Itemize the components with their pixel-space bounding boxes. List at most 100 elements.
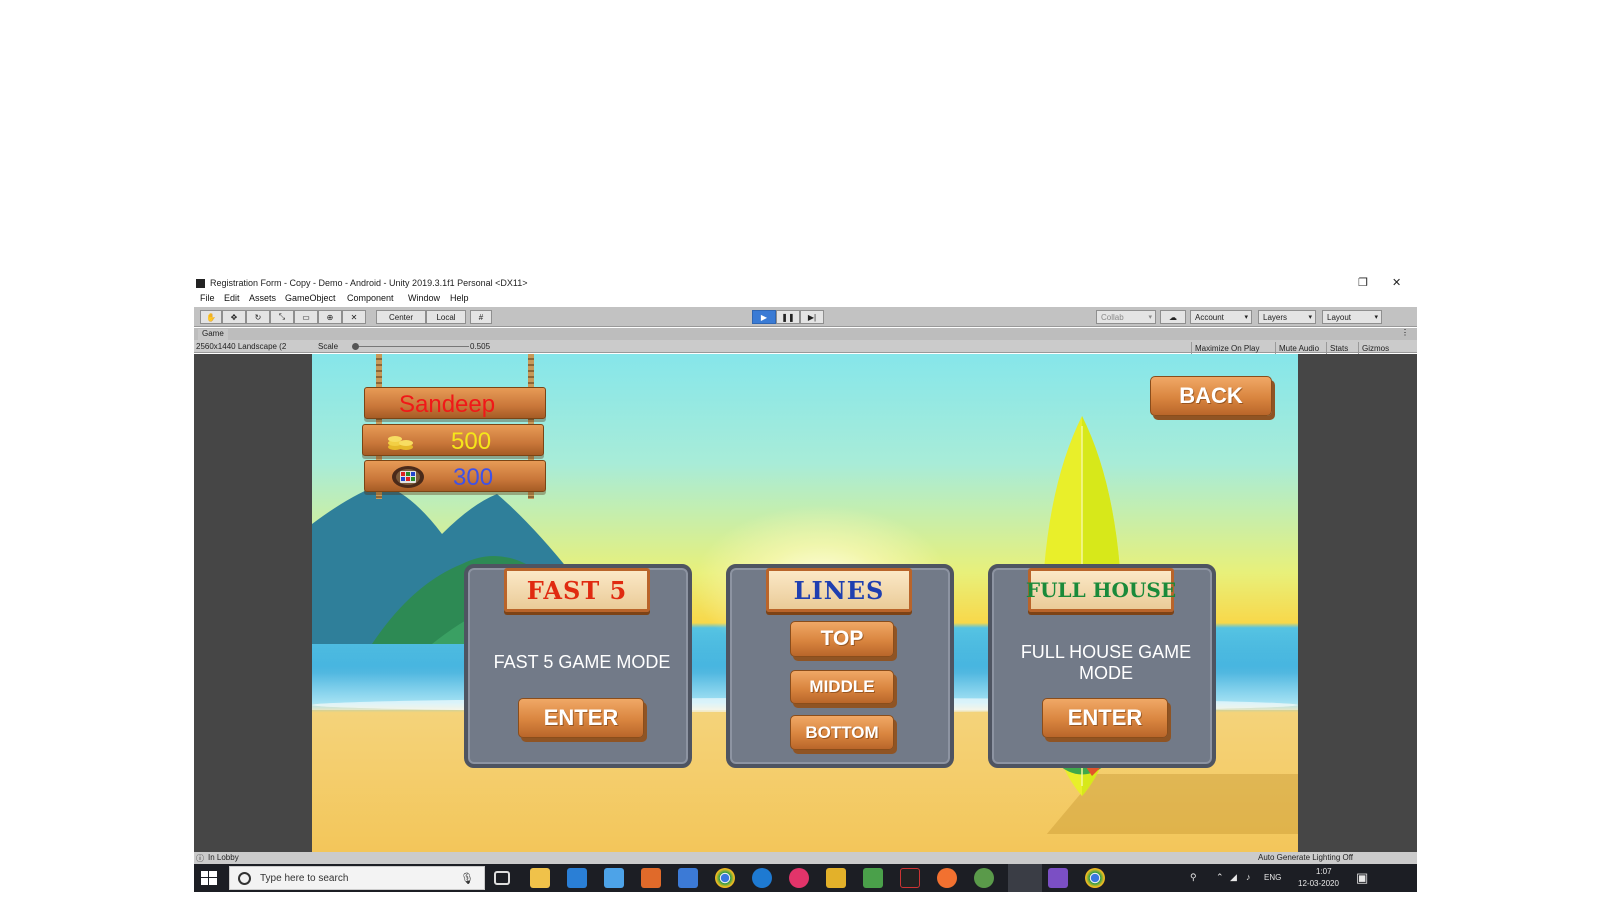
people-icon[interactable]: ⚲	[1190, 872, 1197, 883]
lines-title-label: LINES	[793, 575, 885, 605]
lighting-status: Auto Generate Lighting Off	[1258, 853, 1354, 862]
transform-tool-icon[interactable]: ⊕	[318, 310, 342, 324]
pivot-label: Center	[388, 312, 413, 322]
store-icon[interactable]	[678, 868, 698, 888]
windows-start-icon[interactable]	[201, 871, 217, 885]
resolution-dropdown[interactable]: 2560x1440 Landscape (2	[196, 342, 286, 351]
tab-menu-icon[interactable]: ⋮	[1401, 328, 1409, 337]
scale-label: Scale	[318, 342, 339, 351]
edge-icon[interactable]	[752, 868, 772, 888]
coins-icon	[388, 436, 413, 450]
menu-gameobject[interactable]: GameObject	[285, 293, 336, 303]
layers-label: Layers	[1263, 312, 1288, 322]
coins-value: 500	[451, 428, 492, 455]
terminal-icon[interactable]	[900, 868, 920, 888]
clock-date[interactable]: 12-03-2020	[1298, 879, 1339, 888]
custom-tool-icon[interactable]: ✕	[342, 310, 366, 324]
menu-assets[interactable]: Assets	[249, 293, 276, 303]
tickets-value: 300	[453, 464, 494, 491]
step-button[interactable]: ▶|	[800, 310, 824, 324]
task-view-icon[interactable]	[494, 871, 510, 885]
hand-tool-icon[interactable]: ✋	[200, 310, 222, 324]
tickets-icon	[392, 466, 424, 488]
slack-icon[interactable]	[789, 868, 809, 888]
rotate-tool-icon[interactable]: ↻	[246, 310, 270, 324]
coins-plank: 500	[362, 424, 544, 456]
lines-bottom-label: BOTTOM	[805, 722, 879, 742]
chrome-icon[interactable]	[715, 868, 735, 888]
android-studio-icon[interactable]	[974, 868, 994, 888]
pivot-toggle[interactable]: Center	[376, 310, 426, 324]
layers-dropdown[interactable]: Layers ▾	[1258, 310, 1316, 324]
clock-time[interactable]: 1:07	[1316, 867, 1332, 876]
back-button[interactable]: BACK	[1150, 376, 1272, 416]
scale-slider-track[interactable]	[354, 346, 469, 347]
status-bar: ⓘ In Lobby Auto Generate Lighting Off	[194, 852, 1417, 864]
game-viewport: Sandeep 500 300 BACK FAST 5 FAST 5 GAME …	[194, 354, 1417, 852]
volume-icon[interactable]: ♪	[1246, 872, 1251, 882]
fast5-panel: FAST 5 FAST 5 GAME MODE ENTER	[464, 564, 692, 768]
rect-tool-icon[interactable]: ▭	[294, 310, 318, 324]
postman-icon[interactable]	[937, 868, 957, 888]
menu-file[interactable]: File	[200, 293, 215, 303]
lines-top-button[interactable]: TOP	[790, 621, 894, 657]
visual-studio-icon[interactable]	[1048, 868, 1068, 888]
scale-tool-icon[interactable]: ⤡	[270, 310, 294, 324]
grid-snap-icon[interactable]: #	[470, 310, 492, 324]
player-name: Sandeep	[399, 391, 496, 418]
game-canvas: Sandeep 500 300 BACK FAST 5 FAST 5 GAME …	[312, 354, 1298, 852]
game-view-bar: 2560x1440 Landscape (2 Scale 0.505 Maxim…	[194, 340, 1417, 355]
status-message: In Lobby	[208, 853, 239, 862]
lines-middle-label: MIDDLE	[809, 677, 875, 696]
fast5-enter-button[interactable]: ENTER	[518, 698, 644, 738]
back-label: BACK	[1179, 383, 1243, 408]
game-tab-label: Game	[202, 329, 224, 338]
menu-help[interactable]: Help	[450, 293, 469, 303]
fullhouse-enter-button[interactable]: ENTER	[1042, 698, 1168, 738]
unity-taskbar-icon[interactable]	[1008, 864, 1042, 892]
play-button[interactable]: ▶	[752, 310, 776, 324]
layout-label: Layout	[1327, 312, 1352, 322]
filezilla-icon[interactable]	[826, 868, 846, 888]
file-explorer-icon[interactable]	[530, 868, 550, 888]
menu-edit[interactable]: Edit	[224, 293, 240, 303]
tickets-plank: 300	[364, 460, 546, 492]
chevron-up-icon[interactable]: ⌃	[1216, 872, 1224, 883]
language-indicator[interactable]: ENG	[1264, 873, 1281, 882]
menu-component[interactable]: Component	[347, 293, 394, 303]
move-tool-icon[interactable]: ✥	[222, 310, 246, 324]
account-label: Account	[1195, 312, 1224, 322]
fullhouse-title: FULL HOUSE	[1025, 568, 1177, 612]
account-dropdown[interactable]: Account ▾	[1190, 310, 1252, 324]
notifications-icon[interactable]: ▣	[1356, 870, 1368, 886]
title-bar: Registration Form - Copy - Demo - Androi…	[194, 276, 1417, 291]
lines-middle-button[interactable]: MIDDLE	[790, 670, 894, 704]
scale-slider-handle[interactable]	[352, 343, 359, 350]
taskbar-search-box[interactable]: Type here to search 🎙	[229, 866, 485, 890]
mail-icon[interactable]	[567, 868, 587, 888]
fast5-description: FAST 5 GAME MODE	[493, 652, 671, 672]
tab-game[interactable]: Game	[198, 329, 228, 340]
xampp-icon[interactable]	[641, 868, 661, 888]
space-toggle[interactable]: Local	[426, 310, 466, 324]
collab-dropdown[interactable]: Collab ▾	[1096, 310, 1156, 324]
pause-button[interactable]: ❚❚	[776, 310, 800, 324]
notepad-plus-icon[interactable]	[863, 868, 883, 888]
lines-panel: LINES TOP MIDDLE BOTTOM	[726, 564, 954, 768]
microphone-icon[interactable]: 🎙	[460, 872, 474, 885]
fullhouse-title-label: FULL HOUSE	[1025, 578, 1177, 602]
editor-toolbar: ✋ ✥ ↻ ⤡ ▭ ⊕ ✕ Center Local # ▶ ❚❚ ▶| Col…	[194, 307, 1417, 327]
cloud-icon[interactable]: ☁	[1160, 310, 1186, 324]
chrome-icon-2[interactable]	[1085, 868, 1105, 888]
menu-window[interactable]: Window	[408, 293, 440, 303]
network-icon[interactable]: ◢	[1230, 872, 1237, 883]
lines-bottom-button[interactable]: BOTTOM	[790, 715, 894, 750]
lines-title: LINES	[766, 568, 912, 612]
lines-top-label: TOP	[820, 627, 864, 650]
close-button[interactable]: ✕	[1392, 276, 1401, 289]
restore-button[interactable]: ❐	[1358, 276, 1368, 289]
fast5-title-label: FAST 5	[526, 575, 628, 605]
windows-icon[interactable]	[604, 868, 624, 888]
layout-dropdown[interactable]: Layout ▾	[1322, 310, 1382, 324]
fast5-enter-label: ENTER	[543, 705, 619, 730]
